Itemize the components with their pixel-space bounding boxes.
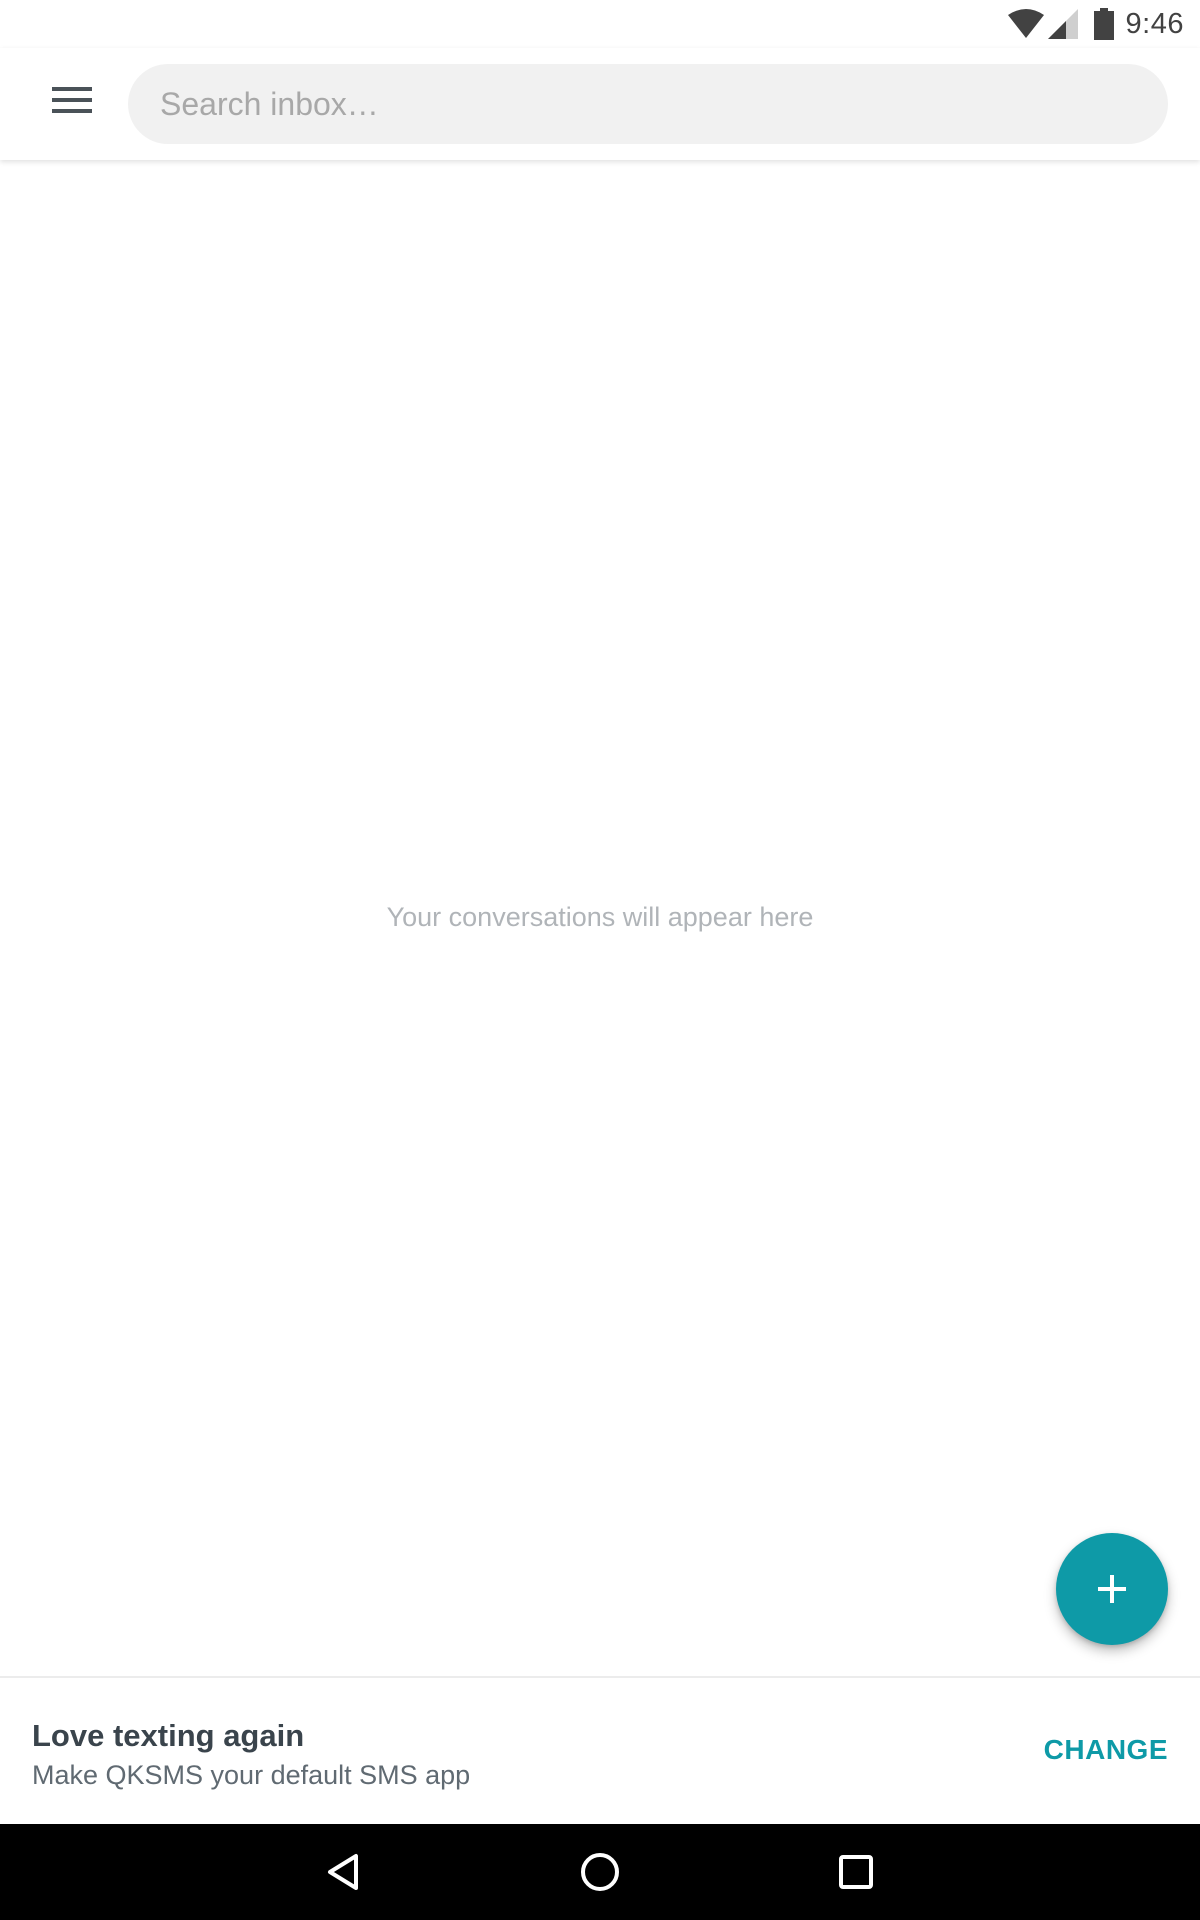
conversation-list: Your conversations will appear here — [0, 160, 1200, 1676]
navigation-bar — [0, 1824, 1200, 1920]
home-icon — [581, 1853, 619, 1891]
recents-button[interactable] — [824, 1840, 888, 1904]
default-sms-banner: Love texting again Make QKSMS your defau… — [0, 1676, 1200, 1824]
back-button[interactable] — [312, 1840, 376, 1904]
status-icons: 9:46 — [1007, 6, 1184, 42]
plus-icon — [1098, 1575, 1126, 1603]
recents-icon — [839, 1855, 873, 1889]
search-box[interactable] — [128, 64, 1168, 144]
compose-button[interactable] — [1056, 1533, 1168, 1645]
banner-subtitle: Make QKSMS your default SMS app — [32, 1760, 471, 1790]
status-time: 9:46 — [1125, 7, 1184, 40]
home-button[interactable] — [568, 1840, 632, 1904]
wifi-icon — [1007, 9, 1044, 38]
toolbar — [0, 48, 1200, 160]
status-bar: 9:46 — [0, 0, 1200, 48]
back-icon — [328, 1854, 358, 1890]
menu-button[interactable] — [32, 72, 112, 128]
hamburger-menu-icon — [52, 87, 92, 113]
change-button[interactable]: CHANGE — [1044, 1734, 1168, 1766]
inbox-screen: 9:46 Your conversations will appear here… — [0, 0, 1200, 1920]
cell-signal-icon — [1047, 9, 1078, 39]
search-input[interactable] — [160, 85, 1168, 123]
empty-state-message: Your conversations will appear here — [386, 902, 814, 932]
banner-title: Love texting again — [32, 1718, 305, 1753]
battery-icon — [1093, 8, 1114, 40]
